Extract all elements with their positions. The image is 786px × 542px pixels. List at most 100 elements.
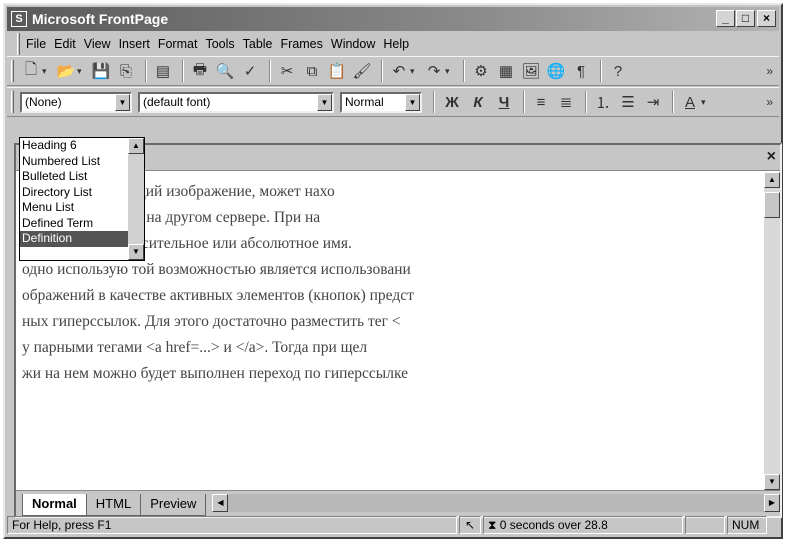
bulleted-list-icon[interactable]: ☰	[617, 91, 639, 113]
chevron-down-icon[interactable]: ▼	[115, 93, 130, 111]
undo-icon[interactable]: ↶	[388, 60, 410, 82]
menu-window[interactable]: Window	[331, 37, 375, 51]
cut-icon[interactable]: ✂	[276, 60, 298, 82]
align-center-icon[interactable]: ≣	[555, 91, 577, 113]
open-folder-icon[interactable]: 📂	[55, 60, 77, 82]
print-icon[interactable]: 🖶	[189, 60, 211, 82]
menu-tools[interactable]: Tools	[205, 37, 234, 51]
document-close-icon[interactable]: ×	[767, 148, 776, 166]
copy-icon[interactable]: ⧉	[301, 60, 323, 82]
menu-insert[interactable]: Insert	[119, 37, 150, 51]
italic-button[interactable]: К	[466, 94, 490, 111]
insert-table-icon[interactable]: ▦	[495, 60, 517, 82]
minimize-button[interactable]: _	[716, 10, 735, 27]
maximize-button[interactable]: □	[736, 10, 755, 27]
publish-icon[interactable]: ⎘	[115, 60, 137, 82]
frontpage-app-icon[interactable]: S	[11, 11, 27, 27]
scroll-thumb[interactable]	[764, 192, 780, 218]
folder-list-icon[interactable]: ▤	[152, 60, 174, 82]
menu-file[interactable]: File	[26, 37, 46, 51]
status-timing-text: 0 seconds over 28.8	[499, 518, 608, 532]
scroll-down-icon[interactable]: ▼	[128, 244, 144, 260]
paste-icon[interactable]: 📋	[326, 60, 348, 82]
separator	[463, 60, 465, 82]
undo-dropdown-icon[interactable]: ▾	[410, 66, 420, 77]
style-option-numbered-list[interactable]: Numbered List	[20, 154, 128, 170]
toolbar-overflow-icon[interactable]: »	[766, 95, 773, 109]
style-option-defined-term[interactable]: Defined Term	[20, 216, 128, 232]
numbered-list-icon[interactable]: ⒈	[592, 91, 614, 113]
save-icon[interactable]: 💾	[90, 60, 112, 82]
status-help-text: For Help, press F1	[7, 516, 457, 534]
menu-frames[interactable]: Frames	[281, 37, 323, 51]
scroll-up-icon[interactable]: ▲	[764, 172, 780, 188]
title-bar[interactable]: S Microsoft FrontPage _ □ ×	[7, 7, 779, 31]
style-combo[interactable]: (None) ▼	[20, 91, 132, 113]
align-left-icon[interactable]: ≡	[530, 91, 552, 113]
font-color-dropdown-icon[interactable]: ▾	[701, 97, 711, 108]
menu-edit[interactable]: Edit	[54, 37, 76, 51]
vertical-scrollbar[interactable]: ▲ ▼	[764, 172, 780, 490]
style-option-definition[interactable]: Definition	[20, 231, 128, 247]
menu-format[interactable]: Format	[158, 37, 198, 51]
horizontal-scrollbar[interactable]: ◀ ▶	[212, 494, 780, 512]
separator	[182, 60, 184, 82]
menu-help[interactable]: Help	[383, 37, 409, 51]
font-value: (default font)	[143, 94, 211, 109]
separator	[672, 91, 674, 113]
font-combo[interactable]: (default font) ▼	[138, 91, 334, 113]
scroll-up-icon[interactable]: ▲	[128, 138, 144, 154]
font-color-icon[interactable]: A	[679, 91, 701, 113]
text-line: ных гиперссылок. Для этого достаточно ра…	[22, 313, 401, 330]
toolbar-grip[interactable]	[11, 91, 14, 113]
text-line: у парными тегами <a href=...> и </a>. То…	[22, 339, 368, 356]
increase-indent-icon[interactable]: ⇥	[642, 91, 664, 113]
menu-table[interactable]: Table	[243, 37, 273, 51]
close-button[interactable]: ×	[757, 10, 776, 27]
show-all-icon[interactable]: ¶	[570, 60, 592, 82]
separator	[585, 91, 587, 113]
scroll-left-icon[interactable]: ◀	[212, 494, 229, 512]
hyperlink-icon[interactable]: 🌐	[545, 60, 567, 82]
chevron-down-icon[interactable]: ▼	[317, 93, 332, 111]
hourglass-icon: ⧗	[488, 518, 497, 532]
bold-button[interactable]: Ж	[440, 94, 464, 111]
open-dropdown-icon[interactable]: ▾	[77, 66, 87, 77]
cursor-icon: ↖	[459, 516, 481, 534]
scroll-down-icon[interactable]: ▼	[764, 474, 780, 490]
style-option-menu-list[interactable]: Menu List	[20, 200, 128, 216]
view-tabs: Normal HTML Preview ◀ ▶	[16, 490, 780, 516]
separator	[600, 60, 602, 82]
insert-picture-icon[interactable]: 🖼	[520, 60, 542, 82]
tab-html[interactable]: HTML	[85, 494, 142, 516]
menu-bar: File Edit View Insert Format Tools Table…	[7, 33, 779, 55]
style-dropdown-list[interactable]: Heading 6 Numbered List Bulleted List Di…	[19, 137, 145, 261]
new-dropdown-icon[interactable]: ▾	[42, 66, 52, 77]
menu-view[interactable]: View	[84, 37, 111, 51]
toolbar-overflow-icon[interactable]: »	[766, 64, 773, 78]
style-option-directory-list[interactable]: Directory List	[20, 185, 128, 201]
print-preview-icon[interactable]: 🔍	[214, 60, 236, 82]
underline-button[interactable]: Ч	[492, 94, 516, 111]
insert-component-icon[interactable]: ⚙	[470, 60, 492, 82]
redo-dropdown-icon[interactable]: ▾	[445, 66, 455, 77]
tab-normal[interactable]: Normal	[22, 494, 87, 516]
spelling-icon[interactable]: ✓	[239, 60, 261, 82]
menubar-grip[interactable]	[17, 33, 20, 55]
font-size-combo[interactable]: Normal ▼	[340, 91, 422, 113]
chevron-down-icon[interactable]: ▼	[405, 93, 420, 111]
redo-icon[interactable]: ↷	[423, 60, 445, 82]
toolbar-grip[interactable]	[11, 60, 14, 82]
new-page-icon[interactable]: 🗋	[20, 60, 42, 82]
status-timing: ⧗ 0 seconds over 28.8	[483, 516, 683, 534]
style-option-bulleted-list[interactable]: Bulleted List	[20, 169, 128, 185]
window-title: Microsoft FrontPage	[32, 11, 169, 27]
help-icon[interactable]: ?	[607, 60, 629, 82]
format-painter-icon[interactable]: 🖌	[351, 60, 373, 82]
separator	[145, 60, 147, 82]
tab-preview[interactable]: Preview	[140, 494, 207, 516]
style-option-heading-6[interactable]: Heading 6	[20, 138, 128, 154]
scroll-right-icon[interactable]: ▶	[764, 494, 780, 512]
dropdown-scrollbar[interactable]: ▲ ▼	[128, 138, 144, 260]
text-line: ображений в качестве активных элементов …	[22, 287, 414, 304]
